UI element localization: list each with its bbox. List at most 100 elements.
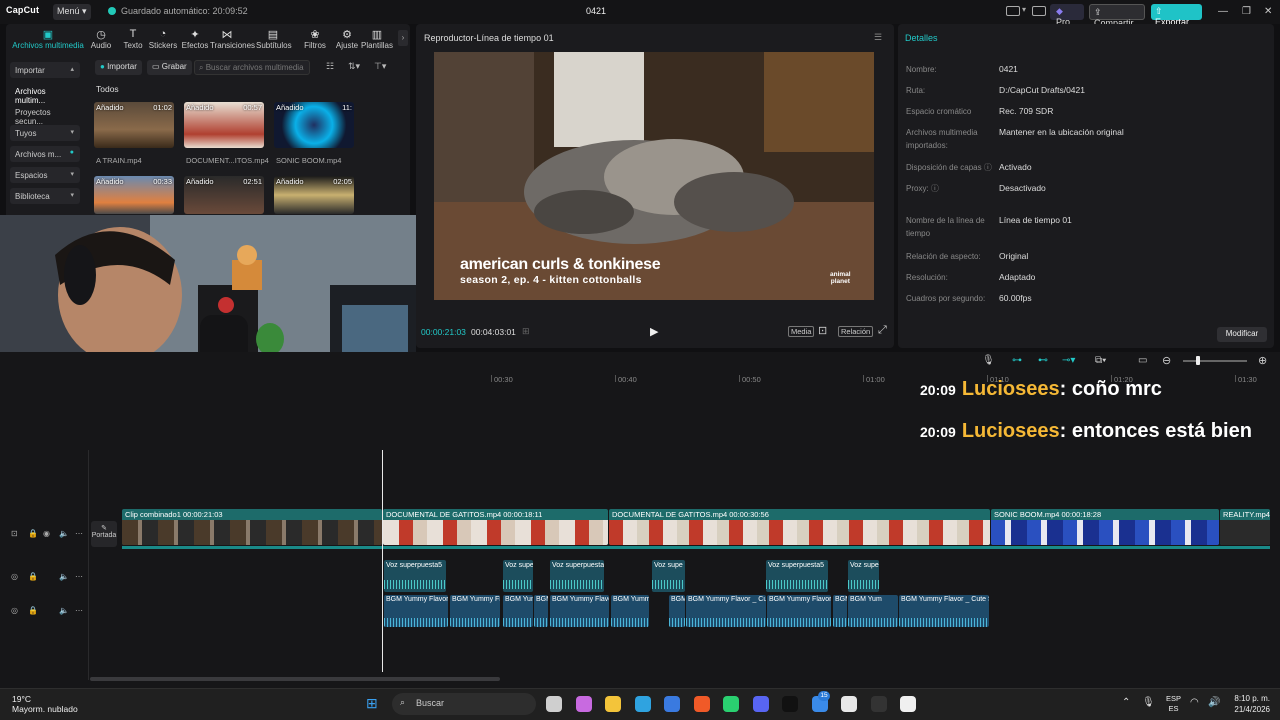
sidebar-item-2[interactable]: Proyectos secun... <box>10 104 80 126</box>
media-ratio-button[interactable]: Media <box>788 326 815 337</box>
eye-icon[interactable]: ◉ <box>43 529 50 538</box>
tab-adjust[interactable]: ⚙ Ajuste <box>330 28 364 50</box>
sidebar-item-0[interactable]: Importar ▴ <box>10 62 80 78</box>
media-thumb[interactable]: Añadido 00:57 <box>184 102 264 148</box>
tab-effects[interactable]: ✦ Efectos <box>178 28 212 50</box>
record-button[interactable]: ▭ Grabar <box>147 60 192 75</box>
discord-icon[interactable] <box>752 696 769 712</box>
link-icon[interactable]: ⊶ <box>1012 355 1022 366</box>
bgm-clip[interactable]: BGM <box>534 595 548 627</box>
notepad-icon[interactable] <box>841 696 857 712</box>
tab-templates[interactable]: ▥ Plantillas <box>360 28 394 50</box>
playhead[interactable] <box>382 450 383 672</box>
share-button[interactable]: ⇪ Compartir <box>1089 4 1145 28</box>
bgm-clip[interactable]: BGM Yum <box>503 595 533 627</box>
tab-media[interactable]: ▣ Archivos multimedia <box>12 28 84 50</box>
minimize-icon[interactable]: — <box>1218 6 1228 17</box>
more-icon[interactable]: ☰ <box>874 32 882 43</box>
windows-start-icon[interactable]: ⊞ <box>366 695 378 712</box>
grid-view-icon[interactable]: ☷ <box>326 61 334 72</box>
voiceover-clip[interactable]: Voz supe <box>652 560 685 592</box>
more-icon[interactable]: ⋯ <box>75 572 83 581</box>
caption-icon[interactable]: ▭ <box>1138 355 1147 366</box>
more-icon[interactable]: ⋯ <box>75 529 83 538</box>
bgm-clip[interactable]: BGM Yummy Flavo <box>550 595 609 627</box>
tab-subtitles[interactable]: ▤ Subtítulos <box>256 28 292 50</box>
volume-icon[interactable]: 🔈 <box>59 572 69 581</box>
task-view-icon[interactable] <box>546 696 562 712</box>
bgm-clip[interactable]: BGM Yummy Flavor_ <box>767 595 831 627</box>
zoom-in-icon[interactable]: ⊕ <box>1258 354 1267 367</box>
layout-icon[interactable] <box>1006 6 1020 16</box>
timeline-scrollbar[interactable] <box>90 677 500 681</box>
close-icon[interactable]: ✕ <box>1264 6 1272 17</box>
store-icon[interactable] <box>664 696 680 712</box>
chevron-right-icon[interactable]: › <box>398 30 408 46</box>
cover-button[interactable]: ✎ Portada <box>91 521 117 547</box>
tab-transitions[interactable]: ⋈ Transiciones <box>210 28 255 50</box>
tab-sticker[interactable]: ◔ Stickers <box>146 28 180 50</box>
speaker-icon[interactable]: 🔊 <box>1208 697 1220 708</box>
sidebar-item-5[interactable]: Espacios ▾ <box>10 167 80 183</box>
voiceover-clip[interactable]: Voz superpuesta5 <box>766 560 828 592</box>
chevron-down-icon[interactable]: ▾ <box>1022 5 1026 14</box>
media-thumb[interactable]: Añadido 02:51 <box>184 176 264 214</box>
shortcuts-icon[interactable] <box>1032 6 1046 16</box>
magnet-icon[interactable]: ⊷ <box>1038 355 1048 366</box>
windows-search-input[interactable]: ⌕ Buscar <box>392 693 536 715</box>
file-explorer-icon[interactable] <box>605 696 621 712</box>
chevron-up-icon[interactable]: ⌃ <box>1122 697 1130 708</box>
bgm-clip[interactable]: BGM Yum <box>848 595 898 627</box>
play-button[interactable]: ▶ <box>650 325 658 338</box>
bgm-clip[interactable]: BGM Yummy Flavor_ <box>384 595 448 627</box>
menu-button[interactable]: Menú ▾ <box>53 4 91 20</box>
media-search-input[interactable]: ⌕ Buscar archivos multimedia <box>194 60 310 75</box>
lock-icon[interactable]: 🔒 <box>28 529 38 538</box>
sidebar-item-3[interactable]: Tuyos ▾ <box>10 125 80 141</box>
export-button[interactable]: ⇧ Exportar <box>1151 4 1202 27</box>
weather-widget[interactable]: 19°C Mayorm. nublado <box>12 694 78 714</box>
media-thumb[interactable]: Añadido 00:33 <box>94 176 174 214</box>
bgm-clip[interactable]: BGM Yummy <box>611 595 649 627</box>
media-thumb[interactable]: Añadido 01:02 <box>94 102 174 148</box>
video-clip[interactable]: DOCUMENTAL DE GATITOS.mp4 00:00:30:56 <box>609 509 990 545</box>
wifi-icon[interactable]: ◠ <box>1190 697 1199 708</box>
sidebar-item-6[interactable]: Biblioteca ▾ <box>10 188 80 204</box>
zoom-slider-handle[interactable] <box>1196 356 1200 365</box>
snap-icon[interactable]: ⊸▾ <box>1062 355 1075 366</box>
microphone-icon[interactable]: 🎙 <box>1142 697 1155 708</box>
maximize-icon[interactable]: ❐ <box>1242 6 1251 17</box>
media-thumb[interactable]: Añadido 02:05 <box>274 176 354 214</box>
voiceover-clip[interactable]: Voz superpuesta5 <box>550 560 604 592</box>
voiceover-clip[interactable]: Voz supe <box>848 560 879 592</box>
sidebar-item-1[interactable]: Archivos multim... <box>10 83 80 105</box>
bgm-clip[interactable]: BGM <box>833 595 847 627</box>
video-clip[interactable]: Clip combinado1 00:00:21:03 <box>122 509 382 545</box>
lock-icon[interactable]: 🔒 <box>28 606 38 615</box>
microphone-icon[interactable]: 🎙 <box>982 355 995 366</box>
whatsapp-icon[interactable] <box>723 696 739 712</box>
import-button[interactable]: ● Importar <box>95 60 142 75</box>
filter-icon[interactable]: ⊤▾ <box>374 61 386 72</box>
aspect-ratio-button[interactable]: Relación <box>838 326 874 337</box>
video-clip[interactable]: SONIC BOOM.mp4 00:00:18:28 <box>991 509 1219 545</box>
tiktok-icon[interactable] <box>782 696 798 712</box>
zoom-out-icon[interactable]: ⊖ <box>1162 354 1171 367</box>
copilot-icon[interactable] <box>575 696 592 712</box>
capcut-icon[interactable] <box>900 696 916 712</box>
language-indicator[interactable]: ESP ES <box>1166 694 1181 714</box>
fullscreen-icon[interactable]: ⤢ <box>878 324 887 337</box>
tab-filters[interactable]: ❀ Filtros <box>298 28 332 50</box>
sidebar-item-4[interactable]: Archivos m... ● <box>10 146 80 162</box>
zoom-slider[interactable] <box>1183 360 1247 362</box>
voiceover-clip[interactable]: Voz supe <box>503 560 533 592</box>
brave-icon[interactable] <box>693 696 710 712</box>
preview-axis-icon[interactable]: ⧉▾ <box>1095 355 1106 366</box>
bgm-clip[interactable]: BGM Yummy Fla <box>450 595 500 627</box>
voiceover-clip[interactable]: Voz superpuesta5 <box>384 560 446 592</box>
modify-button[interactable]: Modificar <box>1217 327 1267 342</box>
edge-icon[interactable] <box>634 696 651 712</box>
timeline-grid-icon[interactable]: ⊞ <box>522 326 530 337</box>
obs-icon[interactable] <box>870 696 887 712</box>
sort-icon[interactable]: ⇅▾ <box>348 61 360 72</box>
